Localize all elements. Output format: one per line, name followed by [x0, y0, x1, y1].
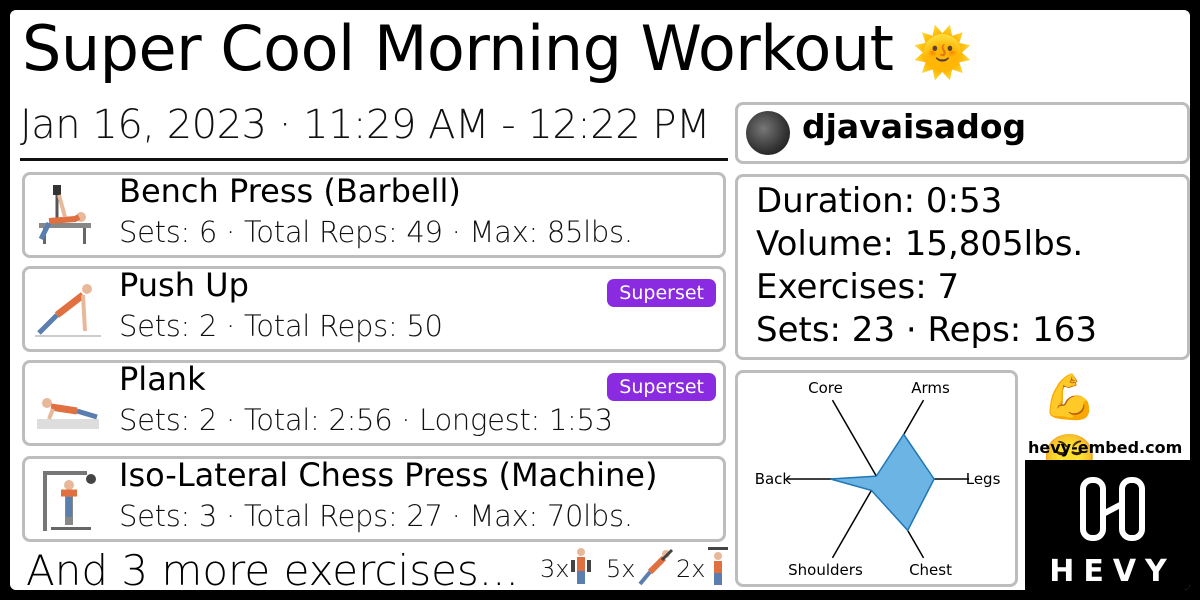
radar-label: Legs	[966, 470, 1001, 488]
site-link[interactable]: hevy-embed.com	[1028, 438, 1182, 457]
radar-label: Core	[808, 379, 843, 397]
username: djavaisadog	[802, 107, 1027, 146]
sun-emoji-icon: 🌞	[912, 24, 973, 81]
divider	[20, 158, 728, 161]
bench-press-figure-icon	[38, 185, 91, 244]
exercise-card-plank[interactable]: Plank Superset Sets: 2 · Total: 2:56 · L…	[22, 360, 726, 446]
exercise-stats: Sets: 6 · Total Reps: 49 · Max: 85lbs.	[119, 215, 633, 249]
more-count-3: 2x	[676, 555, 706, 583]
radar-axis	[831, 399, 879, 480]
flex-emoji-icon: 💪😤	[1042, 372, 1097, 483]
exercise-figure-icon	[708, 547, 728, 585]
hevy-logo: HEVY	[1025, 460, 1190, 590]
more-count-2: 5x	[606, 555, 636, 583]
exercise-card-push-up[interactable]: Push Up Superset Sets: 2 · Total Reps: 5…	[22, 266, 726, 352]
exercise-name: Push Up	[119, 266, 249, 304]
superset-badge: Superset	[607, 279, 716, 307]
exercise-figure-icon	[638, 548, 674, 586]
avatar	[746, 111, 790, 155]
chest-press-machine-figure-icon	[43, 471, 96, 531]
more-exercises-text: And 3 more exercises...	[26, 546, 519, 590]
volume-stat: Volume: 15,805lbs.	[756, 224, 1084, 264]
exercise-card-bench-press[interactable]: Bench Press (Barbell) Sets: 6 · Total Re…	[22, 172, 726, 258]
radar-label: Chest	[909, 561, 952, 579]
exercise-stats: Sets: 2 · Total Reps: 50	[119, 309, 443, 343]
hevy-wordmark: HEVY	[1049, 554, 1176, 589]
workout-title: Super Cool Morning Workout 🌞	[22, 12, 973, 85]
workout-card: Super Cool Morning Workout 🌞 Jan 16, 202…	[10, 10, 1190, 590]
exercise-card-iso-lateral-chest-press[interactable]: Iso-Lateral Chess Press (Machine) Sets: …	[22, 456, 726, 542]
superset-badge: Superset	[607, 373, 716, 401]
radar-label: Back	[755, 470, 792, 488]
exercise-stats: Sets: 2 · Total: 2:56 · Longest: 1:53	[119, 403, 613, 437]
muscle-distribution-chart: Core Arms Legs Chest Shoulders Back	[735, 370, 1018, 587]
exercises-stat: Exercises: 7	[756, 267, 960, 307]
radar-chart: Core Arms Legs Chest Shoulders Back	[755, 379, 1001, 579]
exercise-stats: Sets: 3 · Total Reps: 27 · Max: 70lbs.	[119, 499, 633, 533]
workout-date-time: Jan 16, 2023 · 11:29 AM - 12:22 PM	[20, 102, 711, 148]
plank-figure-icon	[37, 398, 99, 429]
radar-series-area	[830, 433, 935, 532]
push-up-figure-icon	[35, 284, 101, 337]
duration-stat: Duration: 0:53	[756, 181, 1003, 221]
sets-reps-stat: Sets: 23 · Reps: 163	[756, 310, 1097, 350]
radar-label: Arms	[911, 379, 950, 397]
workout-summary: Duration: 0:53 Volume: 15,805lbs. Exerci…	[735, 174, 1190, 360]
exercise-figure-icon	[571, 548, 591, 584]
exercise-name: Bench Press (Barbell)	[119, 172, 461, 210]
hevy-logo-icon	[1080, 477, 1145, 541]
exercise-name: Plank	[119, 360, 206, 398]
exercise-name: Iso-Lateral Chess Press (Machine)	[119, 456, 658, 494]
more-count-1: 3x	[540, 555, 570, 583]
user-profile[interactable]: djavaisadog	[735, 102, 1190, 164]
radar-label: Shoulders	[788, 561, 863, 579]
